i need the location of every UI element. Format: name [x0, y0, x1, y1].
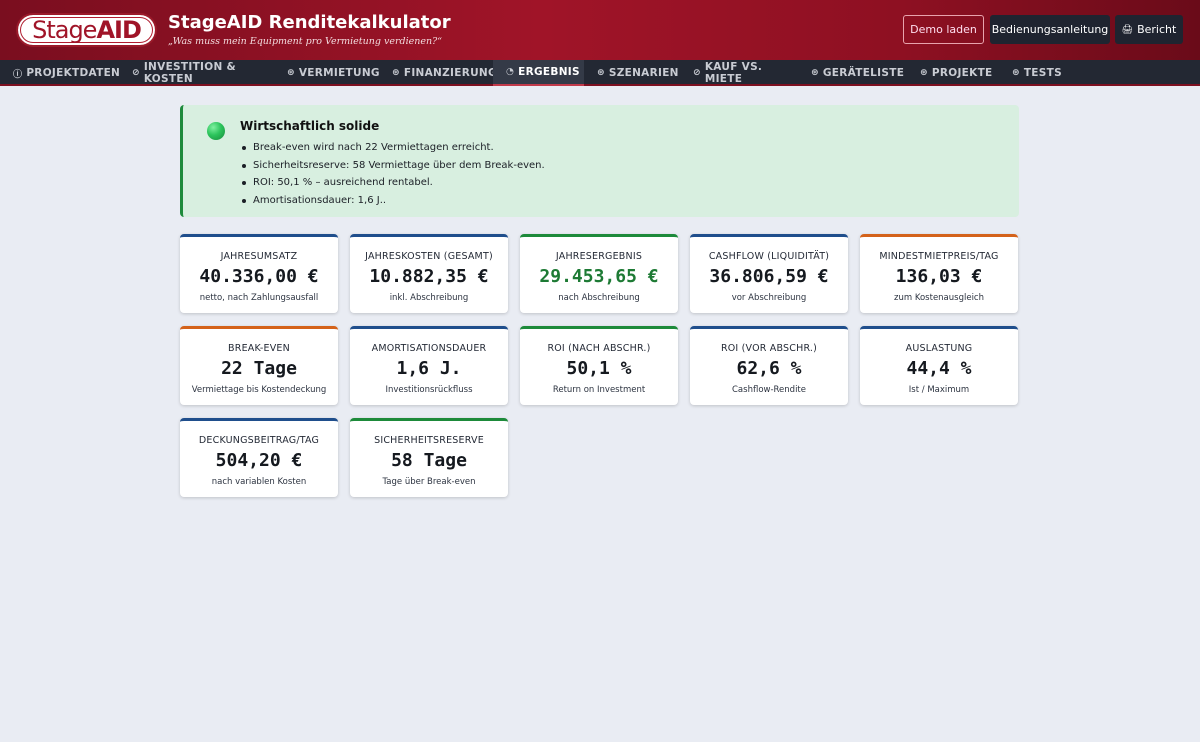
kpi-value: 58 Tage	[391, 450, 467, 471]
kpi-label: JAHRESERGEBNIS	[555, 251, 643, 262]
kpi-subtext: Vermiettage bis Kostendeckung	[191, 385, 327, 395]
report-button-label: Bericht	[1137, 23, 1177, 36]
app-subtitle: „Was muss mein Equipment pro Vermietung …	[168, 36, 443, 47]
kpi-subtext: nach Abschreibung	[558, 293, 640, 303]
kpi-card-sicherheitsreserve: SICHERHEITSRESERVE 58 Tage Tage über Bre…	[350, 418, 508, 497]
manual-button[interactable]: Bedienungsanleitung	[990, 15, 1110, 44]
assessment-item: Amortisationsdauer: 1,6 J..	[242, 192, 545, 210]
app-title: StageAID Renditekalkulator	[168, 12, 451, 33]
tab-projekte[interactable]: ⊛ PROJEKTE	[910, 60, 1000, 86]
tab-vermietung[interactable]: ⊛ VERMIETUNG	[276, 60, 380, 86]
kpi-card-auslastung: AUSLASTUNG 44,4 % Ist / Maximum	[860, 326, 1018, 405]
kpi-value: 36.806,59 €	[709, 266, 829, 287]
report-button[interactable]: 🖨 Bericht	[1115, 15, 1183, 44]
kpi-value: 44,4 %	[906, 358, 972, 379]
tab-projektdaten[interactable]: ⓘ PROJEKTDATEN	[0, 60, 120, 86]
tab-geraeteliste[interactable]: ⊛ GERÄTELISTE	[801, 60, 905, 86]
kpi-value: 29.453,65 €	[539, 266, 659, 287]
assessment-list: Break-even wird nach 22 Vermiettagen err…	[242, 139, 545, 210]
assessment-alert: Wirtschaftlich solide Break-even wird na…	[180, 105, 1019, 217]
status-indicator-icon	[207, 122, 225, 140]
check-icon: ⊛	[1012, 68, 1020, 78]
kpi-label: JAHRESUMSATZ	[220, 251, 298, 262]
kpi-card-jahreskosten: JAHRESKOSTEN (GESAMT) 10.882,35 € inkl. …	[350, 234, 508, 313]
kpi-card-jahresumsatz: JAHRESUMSATZ 40.336,00 € netto, nach Zah…	[180, 234, 338, 313]
kpi-label: JAHRESKOSTEN (GESAMT)	[365, 251, 493, 262]
folder-icon: ⊛	[920, 68, 928, 78]
kpi-subtext: zum Kostenausgleich	[894, 293, 984, 303]
kpi-subtext: vor Abschreibung	[731, 293, 807, 303]
info-icon: ⓘ	[13, 69, 23, 80]
kpi-value: 62,6 %	[736, 358, 802, 379]
kpi-card-amortisationsdauer: AMORTISATIONSDAUER 1,6 J. Investitionsrü…	[350, 326, 508, 405]
kpi-label: MINDESTMIETPREIS/TAG	[879, 251, 999, 262]
kpi-card-mindestmietpreis: MINDESTMIETPREIS/TAG 136,03 € zum Kosten…	[860, 234, 1018, 313]
bank-icon: ⊛	[392, 68, 400, 78]
assessment-item: Sicherheitsreserve: 58 Vermiettage über …	[242, 157, 545, 175]
tab-kauf-vs-miete[interactable]: ⊘ KAUF VS. MIETE	[683, 60, 797, 86]
demo-load-button[interactable]: Demo laden	[903, 15, 984, 44]
kpi-subtext: Tage über Break-even	[382, 477, 476, 487]
kpi-subtext: Ist / Maximum	[908, 385, 970, 395]
kpi-value: 10.882,35 €	[369, 266, 489, 287]
stageaid-logo[interactable]: Stage AID	[16, 13, 157, 47]
kpi-subtext: inkl. Abschreibung	[389, 293, 469, 303]
kpi-label: AMORTISATIONSDAUER	[371, 343, 487, 354]
kpi-subtext: nach variablen Kosten	[211, 477, 307, 487]
kpi-card-roi-nach: ROI (NACH ABSCHR.) 50,1 % Return on Inve…	[520, 326, 678, 405]
kpi-subtext: netto, nach Zahlungsausfall	[199, 293, 319, 303]
kpi-label: AUSLASTUNG	[905, 343, 973, 354]
calendar-icon: ⊛	[287, 68, 295, 78]
kpi-subtext: Investitionsrückfluss	[385, 385, 473, 395]
main-tab-bar: ⓘ PROJEKTDATEN ⊘ INVESTITION & KOSTEN ⊛ VER…	[0, 60, 1200, 86]
tab-tests[interactable]: ⊛ TESTS	[1002, 60, 1072, 86]
scale-icon: ⊘	[693, 68, 701, 78]
kpi-label: ROI (NACH ABSCHR.)	[547, 343, 651, 354]
kpi-label: DECKUNGSBEITRAG/TAG	[198, 435, 320, 446]
tab-szenarien[interactable]: ⊛ SZENARIEN	[587, 60, 679, 86]
list-icon: ⊛	[811, 68, 819, 78]
kpi-value: 40.336,00 €	[199, 266, 319, 287]
kpi-card-deckungsbeitrag: DECKUNGSBEITRAG/TAG 504,20 € nach variab…	[180, 418, 338, 497]
kpi-value: 50,1 %	[566, 358, 632, 379]
kpi-label: ROI (VOR ABSCHR.)	[720, 343, 818, 354]
kpi-label: CASHFLOW (LIQUIDITÄT)	[708, 251, 830, 262]
kpi-label: SICHERHEITSRESERVE	[374, 435, 484, 446]
printer-icon: 🖨	[1121, 24, 1134, 35]
euro-icon: ⊘	[132, 68, 140, 78]
tab-investition-kosten[interactable]: ⊘ INVESTITION & KOSTEN	[121, 60, 273, 86]
kpi-card-roi-vor: ROI (VOR ABSCHR.) 62,6 % Cashflow-Rendit…	[690, 326, 848, 405]
kpi-subtext: Cashflow-Rendite	[732, 385, 806, 395]
chart-icon: ◔	[506, 67, 515, 77]
tab-finanzierung[interactable]: ⊛ FINANZIERUNG	[381, 60, 497, 86]
assessment-title: Wirtschaftlich solide	[240, 119, 380, 133]
logo-text-aid: AID	[96, 16, 141, 44]
app-header: Stage AID StageAID Renditekalkulator „Was…	[0, 0, 1200, 60]
kpi-value: 136,03 €	[895, 266, 983, 287]
kpi-label: BREAK-EVEN	[228, 343, 290, 354]
kpi-value: 1,6 J.	[396, 358, 462, 379]
kpi-card-jahresergebnis: JAHRESERGEBNIS 29.453,65 € nach Abschrei…	[520, 234, 678, 313]
kpi-value: 22 Tage	[221, 358, 297, 379]
layers-icon: ⊛	[597, 68, 605, 78]
kpi-value: 504,20 €	[215, 450, 303, 471]
assessment-item: ROI: 50,1 % – ausreichend rentabel.	[242, 174, 545, 192]
logo-text-stage: Stage	[32, 16, 97, 44]
assessment-item: Break-even wird nach 22 Vermiettagen err…	[242, 139, 545, 157]
kpi-card-break-even: BREAK-EVEN 22 Tage Vermiettage bis Koste…	[180, 326, 338, 405]
tab-ergebnis[interactable]: ◔ ERGEBNIS	[493, 60, 584, 86]
kpi-card-cashflow: CASHFLOW (LIQUIDITÄT) 36.806,59 € vor Ab…	[690, 234, 848, 313]
kpi-subtext: Return on Investment	[552, 385, 646, 395]
